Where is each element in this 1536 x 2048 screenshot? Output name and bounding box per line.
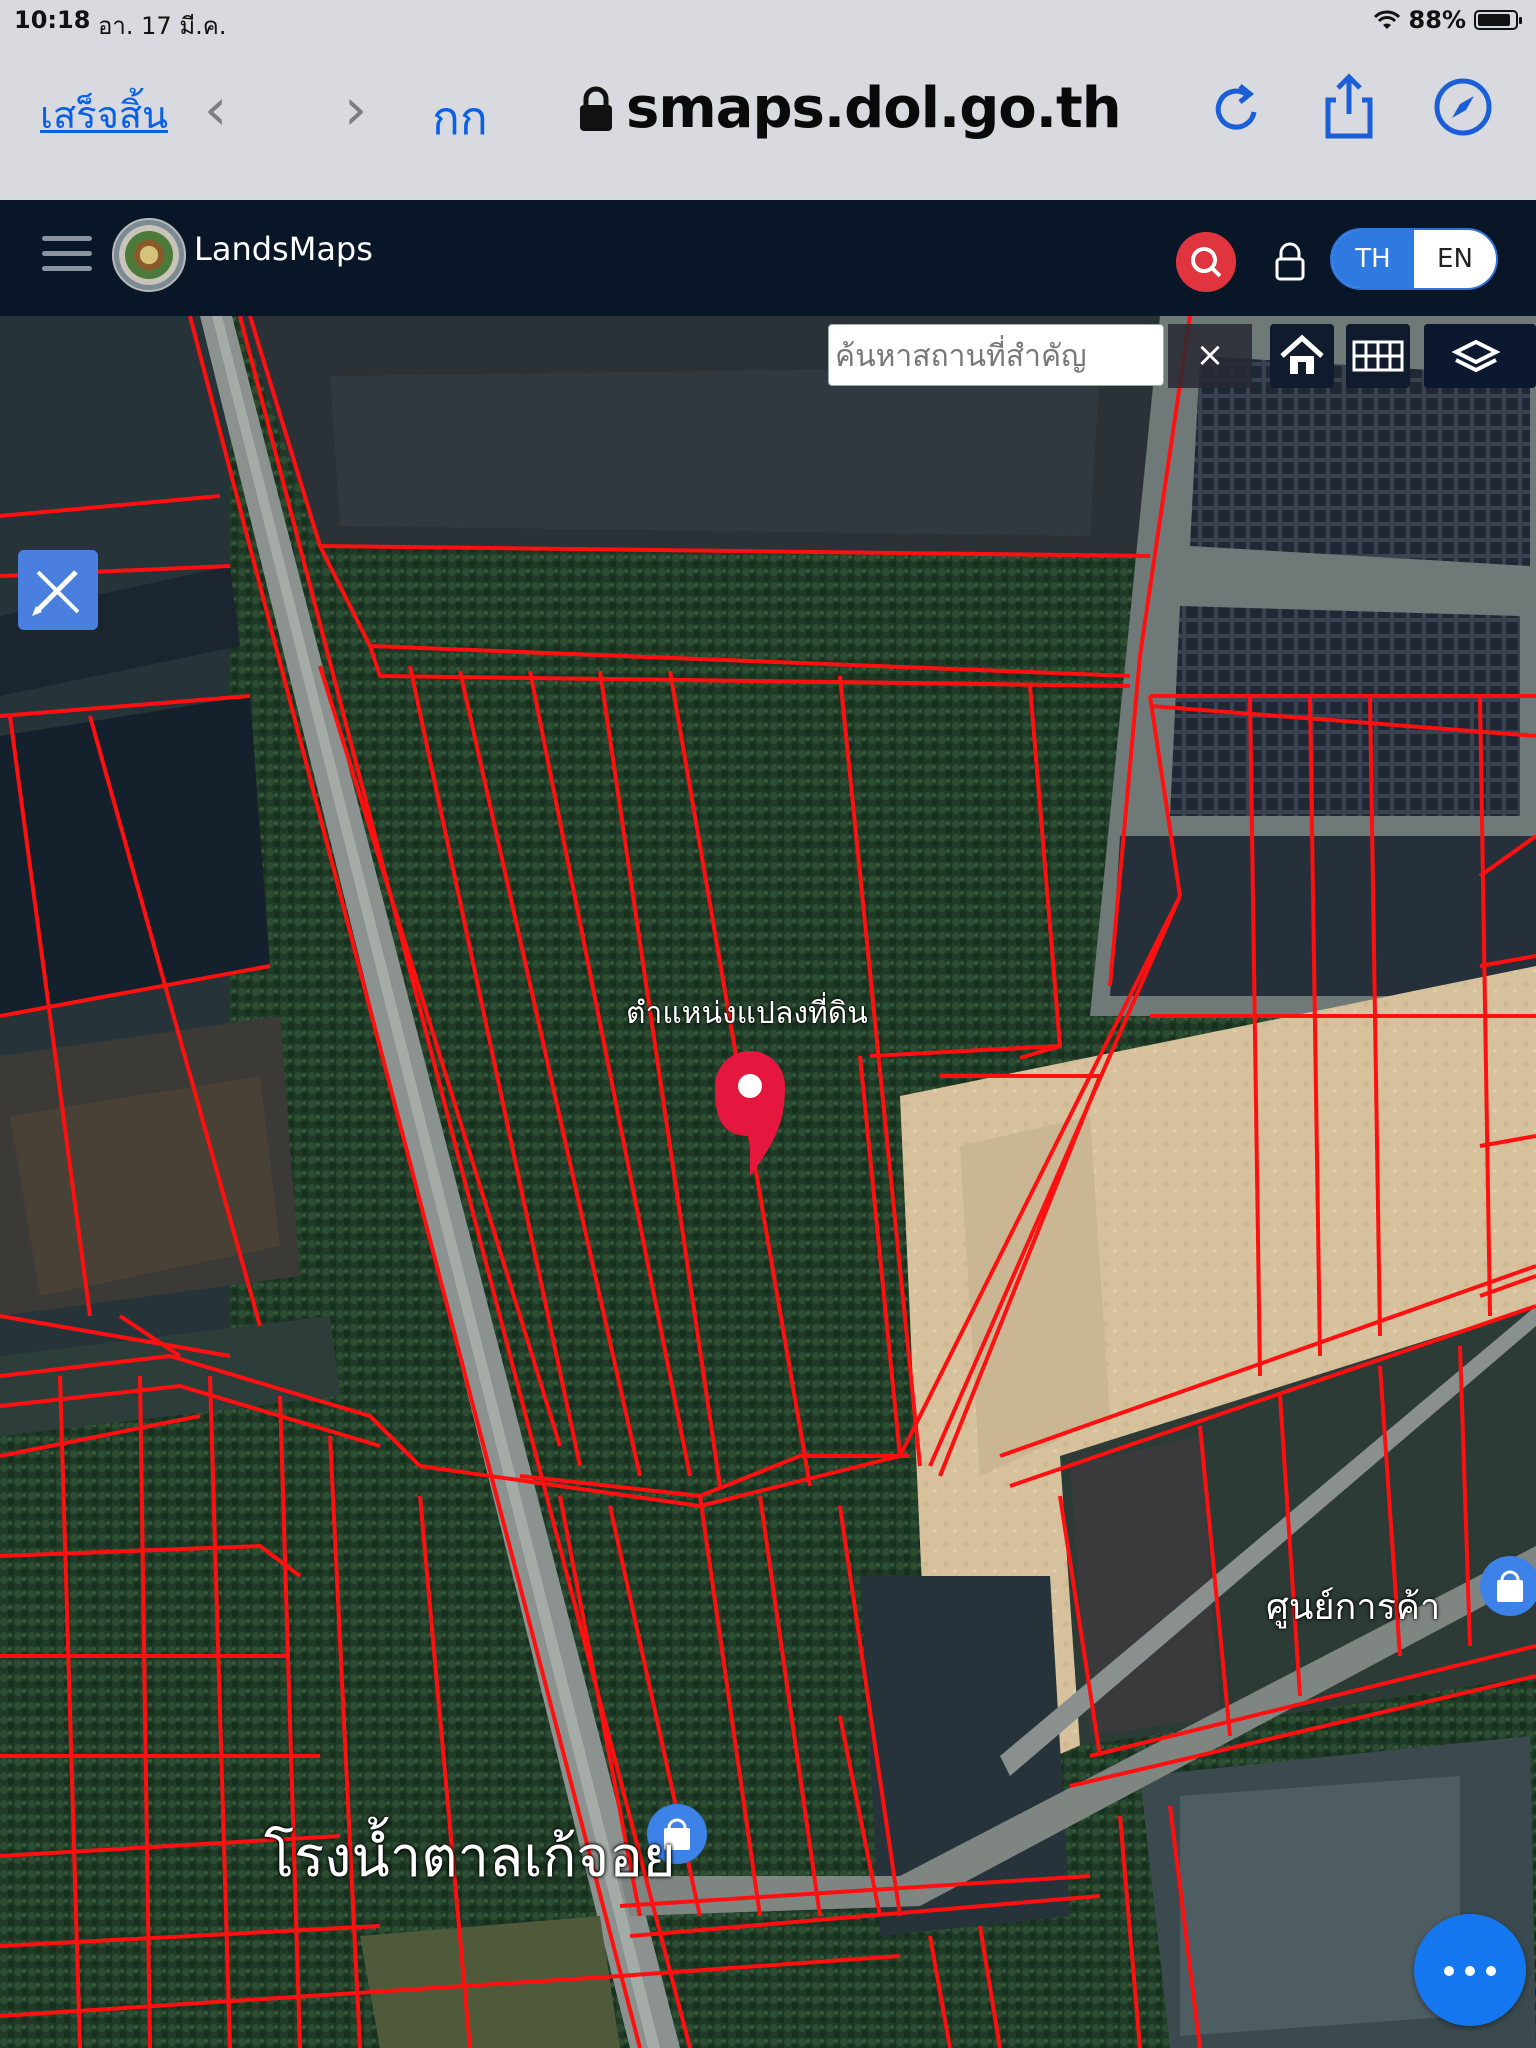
grid-icon[interactable] bbox=[1346, 324, 1410, 388]
app-header: LandsMaps TH EN bbox=[0, 200, 1536, 316]
map-canvas[interactable] bbox=[0, 316, 1536, 2048]
lock-icon bbox=[580, 86, 612, 131]
pin-label: ตำแหน่งแปลงที่ดิน bbox=[626, 996, 868, 1031]
lang-en-option[interactable]: EN bbox=[1414, 230, 1496, 288]
search-button[interactable] bbox=[1176, 232, 1236, 292]
back-icon[interactable]: ‹ bbox=[204, 80, 227, 138]
forward-icon[interactable]: › bbox=[344, 80, 367, 138]
layers-icon[interactable] bbox=[1424, 324, 1536, 388]
done-button[interactable]: เสร็จสิ้น bbox=[40, 84, 168, 145]
url-field[interactable]: smaps.dol.go.th bbox=[626, 76, 1122, 141]
wifi-icon bbox=[1373, 10, 1400, 29]
menu-icon[interactable] bbox=[42, 236, 92, 276]
clear-search-button[interactable]: × bbox=[1168, 324, 1252, 388]
share-icon[interactable] bbox=[1314, 72, 1384, 142]
battery-percent: 88% bbox=[1408, 6, 1466, 34]
edit-icon[interactable] bbox=[18, 550, 98, 630]
app-title: LandsMaps bbox=[194, 230, 373, 268]
text-size-button[interactable]: กก bbox=[432, 82, 488, 155]
lang-th-option[interactable]: TH bbox=[1332, 230, 1414, 288]
mall-poi-label: ศูนย์การค้า bbox=[1266, 1587, 1441, 1628]
reload-icon[interactable] bbox=[1202, 72, 1272, 142]
satellite-imagery[interactable] bbox=[0, 316, 1536, 2048]
status-bar: 10:18 อา. 17 มี.ค. 88% bbox=[0, 0, 1536, 40]
home-icon[interactable] bbox=[1270, 324, 1334, 388]
more-options-button[interactable] bbox=[1414, 1914, 1526, 2026]
language-toggle[interactable]: TH EN bbox=[1330, 228, 1498, 290]
status-indicators: 88% bbox=[1373, 6, 1522, 34]
department-logo bbox=[112, 218, 186, 292]
compass-icon[interactable] bbox=[1428, 72, 1498, 142]
browser-toolbar: เสร็จสิ้น ‹ › กก smaps.dol.go.th bbox=[0, 40, 1536, 200]
battery-icon bbox=[1474, 10, 1522, 30]
place-search-input[interactable]: ค้นหาสถานที่สำคัญ bbox=[828, 324, 1164, 386]
sugar-factory-poi-label: โรงน้ำตาลเก้จอย bbox=[264, 1825, 676, 1890]
status-time: 10:18 bbox=[14, 6, 91, 34]
battery-level bbox=[1478, 14, 1510, 26]
login-lock-icon[interactable] bbox=[1270, 240, 1310, 284]
